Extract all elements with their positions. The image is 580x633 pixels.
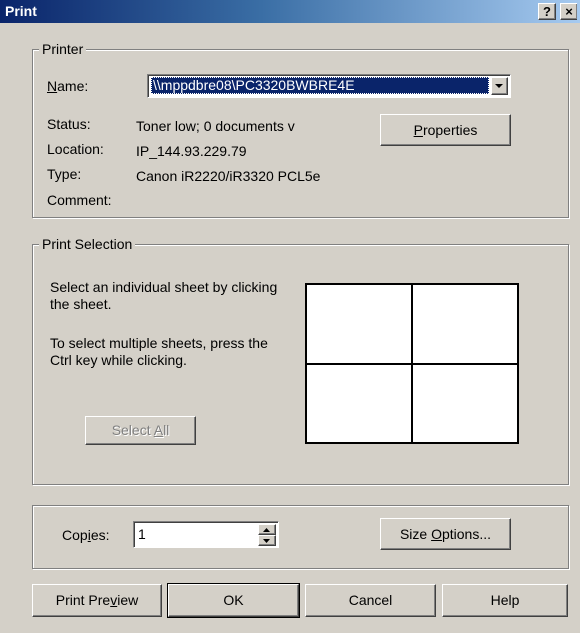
name-label: Name:	[47, 78, 89, 94]
printer-name-value: \\mppdbre08\PC3320BWBRE4E	[151, 77, 489, 94]
location-label: Location:	[47, 141, 104, 157]
chevron-up-icon	[263, 528, 270, 532]
status-value: Toner low; 0 documents v	[136, 118, 295, 134]
properties-button[interactable]: Properties	[380, 114, 511, 146]
copies-input[interactable]: 1	[133, 521, 279, 548]
window-title: Print	[5, 3, 37, 19]
selection-instruction-2: To select multiple sheets, press the Ctr…	[50, 335, 268, 368]
help-icon: ?	[543, 4, 551, 19]
print-preview-button[interactable]: Print Preview	[32, 584, 162, 617]
printer-group-label: Printer	[39, 41, 87, 57]
close-icon: ×	[565, 4, 573, 19]
sheet-2[interactable]	[412, 284, 518, 364]
selection-instruction-1: Select an individual sheet by clicking t…	[50, 279, 278, 312]
status-label: Status:	[47, 116, 91, 132]
cancel-button[interactable]: Cancel	[305, 584, 436, 617]
ok-button[interactable]: OK	[167, 583, 300, 618]
dropdown-arrow-button[interactable]	[491, 77, 508, 95]
sheet-grid	[305, 283, 519, 444]
size-options-button[interactable]: Size Options...	[380, 518, 511, 550]
close-button[interactable]: ×	[560, 3, 577, 20]
copies-decrement-button[interactable]	[258, 535, 276, 546]
help-dialog-button[interactable]: Help	[442, 584, 568, 617]
comment-label: Comment:	[47, 192, 112, 208]
location-value: IP_144.93.229.79	[136, 143, 247, 159]
print-selection-group-label: Print Selection	[39, 236, 136, 252]
help-button[interactable]: ?	[538, 3, 556, 20]
sheet-4[interactable]	[412, 363, 518, 443]
chevron-down-icon	[263, 539, 270, 543]
type-value: Canon iR2220/iR3320 PCL5e	[136, 168, 321, 184]
title-bar: Print ? ×	[0, 0, 580, 23]
copies-value: 1	[138, 526, 146, 542]
copies-label: Copies:	[62, 527, 110, 543]
chevron-down-icon	[495, 84, 503, 88]
sheet-1[interactable]	[306, 284, 412, 364]
select-all-button[interactable]: Select All	[85, 416, 196, 445]
type-label: Type:	[47, 166, 82, 182]
sheet-3[interactable]	[306, 363, 412, 443]
copies-increment-button[interactable]	[258, 524, 276, 535]
printer-name-select[interactable]: \\mppdbre08\PC3320BWBRE4E	[147, 74, 511, 98]
